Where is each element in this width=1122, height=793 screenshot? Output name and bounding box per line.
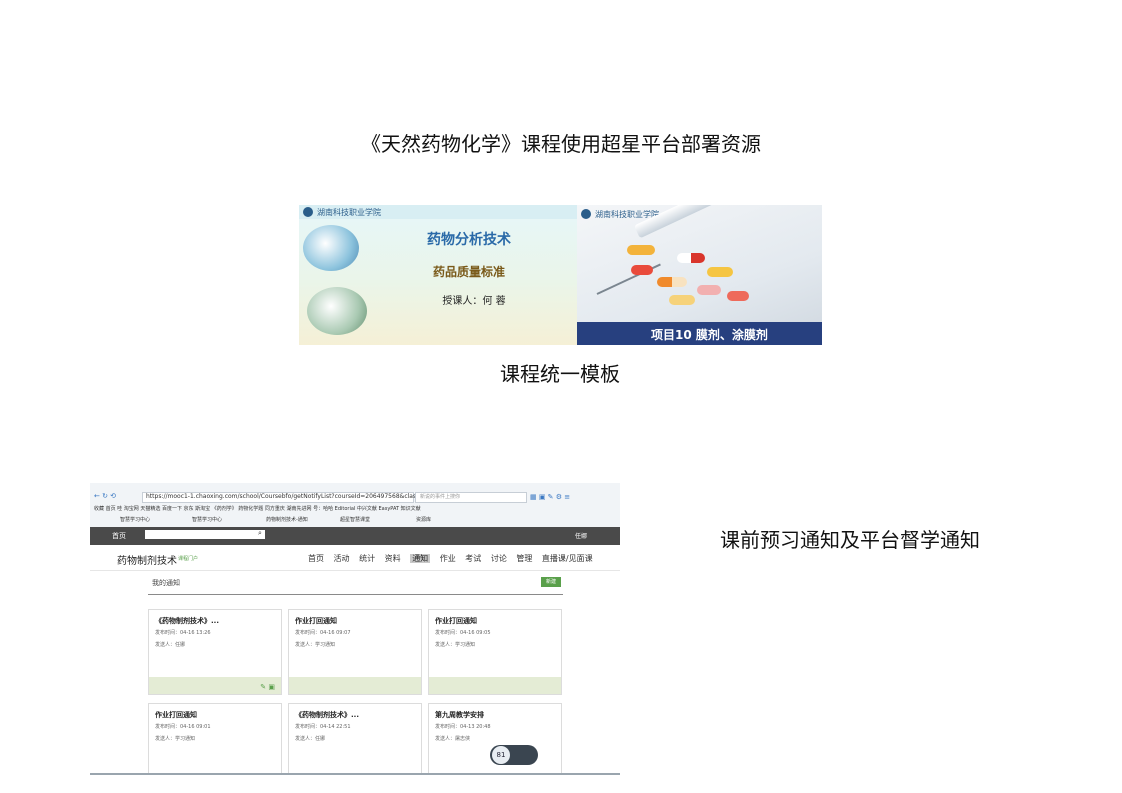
notice-card[interactable]: 作业打回通知 发布时间：04-16 09:01 发送人：学习通知 [148,703,282,773]
site-search-input[interactable] [145,530,265,539]
tab-1[interactable]: 智慧学习中心 [120,516,150,523]
page-title: 《天然药物化学》课程使用超星平台部署资源 [361,132,761,156]
bookmarks-bar[interactable]: 收藏 首页 哇 淘宝网 天猫精选 百度一下 京东 斯淘宝 《药剂学》 药物化学题… [94,505,421,512]
template-slide-analysis: 湖南科技职业学院 药物分析技术 药品质量标准 授课人：何 蓉 [299,205,577,345]
lab-photo-circle [303,225,359,271]
pill-image [677,253,705,263]
nav-homework[interactable]: 作业 [440,554,456,563]
template-caption: 课程统一模板 [500,362,620,386]
school-logo-icon [303,207,313,217]
section-underline [148,594,563,595]
course-name: 药物制剂技术 [117,556,177,567]
tab-2[interactable]: 智慧学习中心 [192,516,222,523]
notice-sender: 发送人：学习通知 [155,736,196,742]
toolbar-icons[interactable]: ▦ ▣ ✎ ⚙ ≡ [530,493,570,501]
slide-title: 药物分析技术 [427,232,511,248]
search-icon[interactable]: ⌕ [258,529,262,538]
notice-card[interactable]: 《药物制剂技术》... 发布时间：04-16 13:26 发送人：任娜 ✎ ▣ [148,609,282,695]
notice-card-footer [429,677,561,694]
nav-exam[interactable]: 考试 [465,554,481,563]
pill-image [669,295,695,305]
notice-time: 发布时间：04-16 13:26 [155,630,211,636]
speed-badge-value: 81 [492,746,510,764]
notice-title: 作业打回通知 [295,617,337,625]
notice-time: 发布时间：04-16 09:07 [295,630,351,636]
nav-notice[interactable]: 通知 [410,554,431,563]
lab-equipment-photo-circle [307,287,367,335]
slide-title: 项目10 膜剂、涂膜剂 [651,328,768,342]
notice-title: 作业打回通知 [155,711,197,719]
notice-caption: 课前预习通知及平台督学通知 [720,528,980,552]
pill-image [727,291,749,301]
nav-home[interactable]: 首页 [308,554,324,563]
notice-sender: 发送人：任娜 [295,736,326,742]
divider [90,570,620,571]
course-nav: 首页 活动 统计 资料 通知 作业 考试 讨论 管理 直播课/见面课 [308,553,600,564]
notice-time: 发布时间：04-14 22:51 [295,724,351,730]
notice-card-footer [289,677,421,694]
notice-sender: 发送人：学习通知 [435,642,476,648]
school-logo-icon [581,209,591,219]
notice-title: 作业打回通知 [435,617,477,625]
url-text: https://mooc1-1.chaoxing.com/school/Cour… [146,493,420,500]
nav-materials[interactable]: 资料 [385,554,401,563]
course-portal-label[interactable]: 课程门户 [178,555,198,562]
tab-3[interactable]: 药物制剂技术-通知 [266,516,308,523]
notice-sender: 发送人：任娜 [155,642,186,648]
notice-card[interactable]: 《药物制剂技术》... 发布时间：04-14 22:51 发送人：任娜 [288,703,422,773]
home-link[interactable]: 首页 [112,531,126,541]
pill-image [627,245,655,255]
school-logo-text: 湖南科技职业学院 [317,208,381,217]
notice-title: 《药物制剂技术》... [295,711,359,719]
slide-teacher: 授课人：何 蓉 [442,296,506,307]
platform-screenshot: ← ↻ ⟲ https://mooc1-1.chaoxing.com/schoo… [90,483,620,775]
notice-title: 《药物制剂技术》... [155,617,219,625]
notice-sender: 发送人：屠志侠 [435,736,471,742]
nav-stats[interactable]: 统计 [359,554,375,563]
template-slide-pills: 湖南科技职业学院 项目10 膜剂、涂膜剂 [577,205,822,345]
notice-title: 第九周教学安排 [435,711,484,719]
notice-card[interactable]: 作业打回通知 发布时间：04-16 09:05 发送人：学习通知 [428,609,562,695]
user-name[interactable]: 任娜 [575,531,587,540]
section-title: 我的通知 [152,579,180,587]
notice-sender: 发送人：学习通知 [295,642,336,648]
back-icon[interactable]: ← ↻ ⟲ [94,492,116,500]
pill-image [657,277,687,287]
nav-manage[interactable]: 管理 [516,554,532,563]
tab-5[interactable]: 资源库 [416,516,431,523]
notice-time: 发布时间：04-16 09:05 [435,630,491,636]
new-notice-button[interactable]: 新建 [541,577,561,587]
notice-card[interactable]: 作业打回通知 发布时间：04-16 09:07 发送人：学习通知 [288,609,422,695]
tab-4[interactable]: 超星智慧课堂 [340,516,370,523]
pill-image [631,265,653,275]
slide-subtitle: 药品质量标准 [432,265,505,279]
notice-time: 发布时间：04-13 20:48 [435,724,491,730]
nav-live[interactable]: 直播课/见面课 [542,554,593,563]
edit-delete-icons[interactable]: ✎ ▣ [260,683,275,691]
pill-image [707,267,733,277]
notice-card[interactable]: 第九周教学安排 发布时间：04-13 20:48 发送人：屠志侠 [428,703,562,773]
pill-image [697,285,721,295]
notice-time: 发布时间：04-16 09:01 [155,724,211,730]
browser-search-placeholder: 新说的事件上搜你 [420,494,461,500]
nav-discussion[interactable]: 讨论 [491,554,507,563]
nav-activity[interactable]: 活动 [334,554,350,563]
